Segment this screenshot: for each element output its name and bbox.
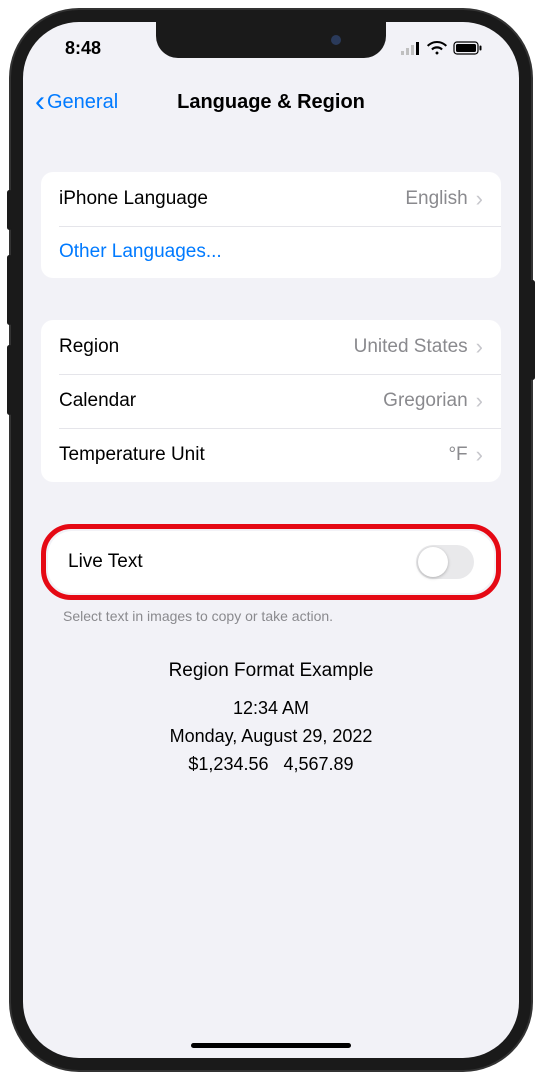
- temperature-value: °F: [448, 444, 467, 466]
- example-currency: $1,234.56: [188, 754, 268, 774]
- region-value: United States: [354, 336, 468, 358]
- battery-icon: [453, 41, 483, 55]
- navigation-bar: ‹ General Language & Region: [23, 74, 519, 130]
- live-text-footer: Select text in images to copy or take ac…: [41, 600, 501, 624]
- iphone-language-value: English: [405, 188, 467, 210]
- camera-dot: [331, 35, 341, 45]
- live-text-row[interactable]: Live Text: [48, 531, 494, 593]
- status-time: 8:48: [65, 38, 101, 59]
- region-group: Region United States › Calendar Gregoria…: [41, 320, 501, 482]
- other-languages-label: Other Languages...: [59, 241, 222, 263]
- phone-frame: 8:48 ‹ General Language & Region iPhone …: [11, 10, 531, 1070]
- status-icons: [401, 41, 483, 55]
- back-label: General: [47, 91, 118, 114]
- example-number: 4,567.89: [284, 754, 354, 774]
- back-button[interactable]: ‹ General: [35, 87, 118, 117]
- region-format-example: Region Format Example 12:34 AM Monday, A…: [41, 656, 501, 779]
- chevron-right-icon: ›: [476, 334, 483, 360]
- calendar-label: Calendar: [59, 390, 136, 412]
- notch: [156, 22, 386, 58]
- calendar-value: Gregorian: [383, 390, 468, 412]
- screen: 8:48 ‹ General Language & Region iPhone …: [23, 22, 519, 1058]
- page-title: Language & Region: [177, 91, 365, 114]
- volume-down-button: [7, 345, 12, 415]
- live-text-toggle[interactable]: [416, 545, 474, 579]
- calendar-row[interactable]: Calendar Gregorian ›: [41, 374, 501, 428]
- side-button: [530, 280, 535, 380]
- cellular-icon: [401, 42, 421, 55]
- region-label: Region: [59, 336, 119, 358]
- language-group: iPhone Language English › Other Language…: [41, 172, 501, 278]
- chevron-right-icon: ›: [476, 442, 483, 468]
- example-date: Monday, August 29, 2022: [41, 723, 501, 751]
- content: iPhone Language English › Other Language…: [23, 172, 519, 779]
- home-indicator[interactable]: [191, 1043, 351, 1048]
- other-languages-row[interactable]: Other Languages...: [41, 226, 501, 278]
- highlight-annotation: Live Text: [41, 524, 501, 600]
- temperature-label: Temperature Unit: [59, 444, 205, 466]
- iphone-language-row[interactable]: iPhone Language English ›: [41, 172, 501, 226]
- live-text-label: Live Text: [68, 551, 143, 573]
- region-row[interactable]: Region United States ›: [41, 320, 501, 374]
- example-time: 12:34 AM: [41, 695, 501, 723]
- volume-up-button: [7, 255, 12, 325]
- example-title: Region Format Example: [41, 656, 501, 685]
- chevron-right-icon: ›: [476, 388, 483, 414]
- chevron-left-icon: ‹: [35, 87, 45, 117]
- chevron-right-icon: ›: [476, 186, 483, 212]
- temperature-row[interactable]: Temperature Unit °F ›: [41, 428, 501, 482]
- live-text-group: Live Text: [48, 531, 494, 593]
- mute-switch: [7, 190, 12, 230]
- wifi-icon: [427, 41, 447, 55]
- toggle-knob: [418, 547, 448, 577]
- iphone-language-label: iPhone Language: [59, 188, 208, 210]
